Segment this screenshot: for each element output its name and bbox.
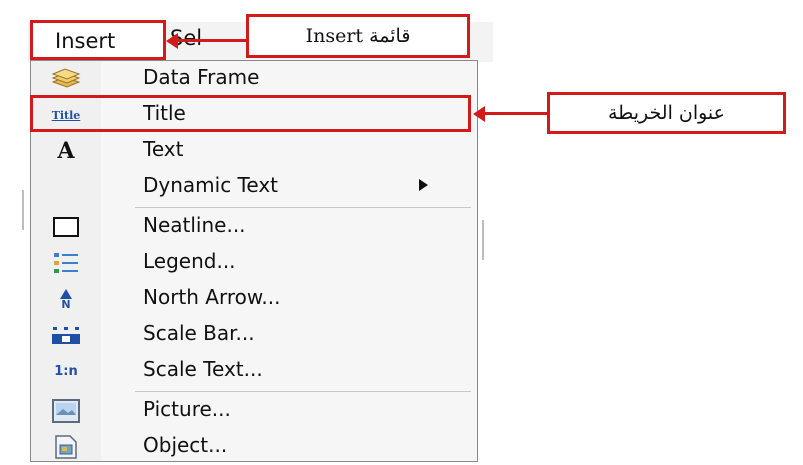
menu-insert[interactable]: Insert bbox=[30, 20, 166, 60]
menu-item-data-frame[interactable]: Data Frame bbox=[31, 61, 477, 97]
insert-callout-arrow-head bbox=[166, 33, 178, 49]
menu-item-neatline[interactable]: Neatline... bbox=[31, 209, 477, 245]
menu-item-north-arrow[interactable]: N North Arrow... bbox=[31, 281, 477, 317]
neatline-icon bbox=[51, 214, 81, 240]
menu-item-label: Scale Bar... bbox=[143, 321, 255, 345]
data-frame-icon bbox=[51, 66, 81, 92]
picture-icon bbox=[51, 398, 81, 424]
scale-text-icon-glyph: 1:n bbox=[54, 363, 78, 379]
menu-separator bbox=[135, 391, 471, 392]
menu-item-scale-bar[interactable]: Scale Bar... bbox=[31, 317, 477, 353]
title-highlight-box bbox=[30, 95, 471, 132]
menu-item-text[interactable]: A Text bbox=[31, 133, 477, 169]
menu-item-label: Legend... bbox=[143, 249, 236, 273]
menu-item-legend[interactable]: Legend... bbox=[31, 245, 477, 281]
scale-text-icon: 1:n bbox=[51, 358, 81, 384]
object-icon bbox=[51, 434, 81, 460]
legend-icon bbox=[51, 250, 81, 276]
menu-item-label: Text bbox=[143, 137, 184, 161]
title-callout-arrow-line bbox=[484, 112, 547, 115]
menu-item-object[interactable]: Object... bbox=[31, 429, 477, 465]
title-callout-arrow-head bbox=[473, 106, 485, 122]
menu-item-label: North Arrow... bbox=[143, 285, 281, 309]
map-title-callout-text: عنوان الخريطة bbox=[607, 102, 726, 124]
background-edge bbox=[482, 220, 484, 260]
insert-menu-callout-text: قائمة Insert bbox=[305, 25, 411, 47]
menu-item-label: Picture... bbox=[143, 397, 231, 421]
north-arrow-icon: N bbox=[51, 286, 81, 312]
text-icon: A bbox=[51, 138, 81, 164]
submenu-arrow-icon bbox=[419, 179, 428, 191]
insert-callout-arrow-line bbox=[176, 39, 246, 42]
north-arrow-letter: N bbox=[61, 297, 71, 311]
menu-item-label: Dynamic Text bbox=[143, 173, 279, 197]
menu-item-label: Neatline... bbox=[143, 213, 246, 237]
background-edge bbox=[22, 190, 24, 230]
scale-bar-icon bbox=[51, 322, 81, 348]
map-title-callout: عنوان الخريطة bbox=[547, 92, 786, 134]
menu-item-picture[interactable]: Picture... bbox=[31, 393, 477, 429]
menu-separator bbox=[135, 207, 471, 208]
menu-item-label: Data Frame bbox=[143, 65, 260, 89]
menu-item-scale-text[interactable]: 1:n Scale Text... bbox=[31, 353, 477, 389]
text-icon-glyph: A bbox=[57, 138, 75, 164]
menu-item-label: Object... bbox=[143, 433, 228, 457]
insert-menu-callout: قائمة Insert bbox=[246, 14, 470, 58]
menu-item-dynamic-text[interactable]: Dynamic Text bbox=[31, 169, 477, 205]
menu-item-label: Scale Text... bbox=[143, 357, 263, 381]
menu-insert-label: Insert bbox=[55, 29, 116, 53]
